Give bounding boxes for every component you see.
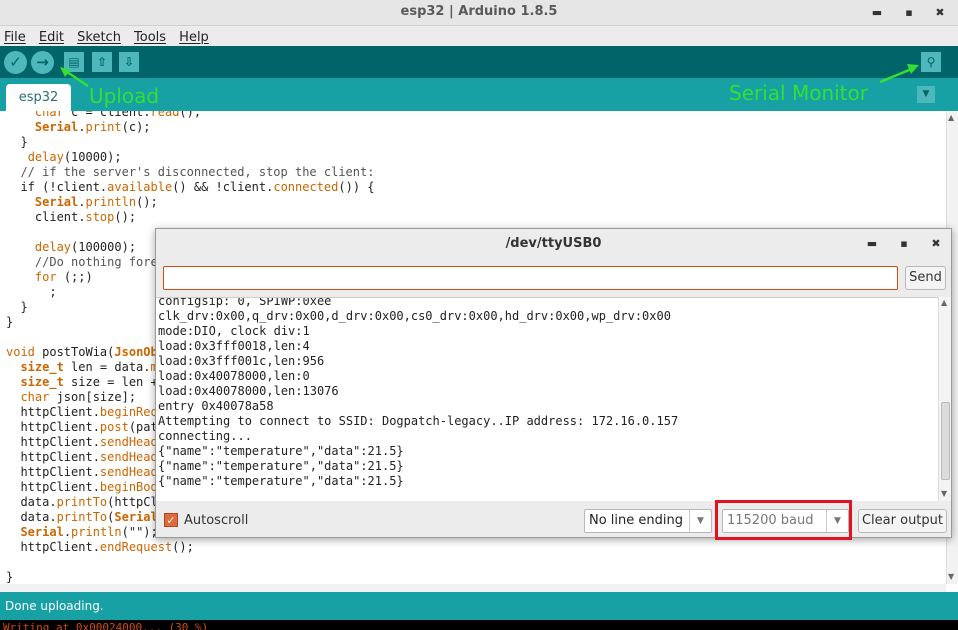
menu-tools[interactable]: Tools [134, 28, 166, 45]
arrow-down-icon: ⇩ [123, 55, 135, 69]
menu-edit[interactable]: Edit [39, 28, 64, 45]
title-bar: esp32 | Arduino 1.8.5 ▬ ▪ ✖ [0, 0, 958, 26]
serial-minimize-button[interactable]: ▬ [865, 237, 879, 250]
code-line: delay(10000); [27, 150, 122, 164]
editor-horizontal-scrollbar[interactable] [0, 584, 946, 592]
code-line: } [6, 135, 28, 149]
scroll-down-icon: ▼ [948, 572, 955, 581]
scroll-up-icon: ▲ [948, 113, 955, 122]
serial-output-line: load:0x40078000,len:0 [158, 369, 310, 383]
save-button[interactable]: ⇩ [119, 52, 139, 72]
autoscroll-checkbox[interactable]: ✓ [164, 513, 178, 527]
checkmark-icon: ✓ [9, 53, 22, 71]
arrow-right-icon: → [36, 53, 49, 71]
line-ending-select[interactable]: No line ending ▼ [584, 509, 712, 533]
serial-output-line: mode:DIO, clock div:1 [158, 324, 310, 338]
arduino-ide-window: esp32 | Arduino 1.8.5 ▬ ▪ ✖ File Edit Sk… [0, 0, 958, 630]
code-line: if (!client.available() && !client.conne… [6, 180, 375, 194]
chevron-down-icon: ▼ [689, 510, 711, 532]
line-ending-value: No line ending [589, 513, 683, 528]
toolbar: ✓ → ▤ ⇧ ⇩ ⚲ [0, 46, 958, 78]
serial-output-line: Attempting to connect to SSID: Dogpatch-… [158, 414, 679, 428]
serial-output-line: clk_drv:0x00,q_drv:0x00,d_drv:0x00,cs0_d… [158, 309, 671, 323]
code-line: // if the server's disconnected, stop th… [6, 165, 375, 179]
menu-help[interactable]: Help [179, 28, 209, 45]
triangle-down-icon: ▼ [922, 89, 930, 99]
code-line: char c = client.read(); [34, 111, 202, 119]
serial-output-line: connecting... [158, 429, 252, 443]
scroll-up-icon: ▲ [941, 298, 948, 307]
serial-output-line: load:0x3fff001c,len:956 [158, 354, 325, 368]
arrow-up-icon: ⇧ [96, 55, 108, 69]
serial-output-scrollbar[interactable]: ▲ ▼ [938, 297, 951, 501]
checkmark-icon: ✓ [166, 514, 176, 527]
code-line: Serial.print(c); [34, 120, 151, 134]
serial-output-text: configsip: 0, SPIWP:0xee clk_drv:0x00,q_d… [158, 297, 679, 489]
baud-rate-highlight-box [715, 500, 852, 540]
magnifier-icon: ⚲ [926, 55, 936, 69]
code-line: } [6, 570, 14, 584]
minimize-button[interactable]: ▬ [868, 4, 886, 22]
window-title: esp32 | Arduino 1.8.5 [400, 4, 558, 19]
serial-output-line: load:0x40078000,len:13076 [158, 384, 339, 398]
autoscroll-label: Autoscroll [184, 513, 249, 528]
scroll-down-icon: ▼ [941, 489, 948, 498]
maximize-button[interactable]: ▪ [900, 4, 918, 22]
status-bar: Done uploading. [0, 592, 958, 620]
menu-sketch[interactable]: Sketch [77, 28, 121, 45]
menu-bar: File Edit Sketch Tools Help [0, 26, 958, 46]
serial-monitor-button[interactable]: ⚲ [921, 52, 941, 72]
clear-output-button[interactable]: Clear output [858, 509, 947, 533]
tab-menu-button[interactable]: ▼ [917, 86, 935, 103]
serial-send-input[interactable] [163, 266, 898, 290]
menu-file[interactable]: File [4, 28, 26, 45]
serial-output-line: load:0x3fff0018,len:4 [158, 339, 310, 353]
serial-monitor-title: /dev/ttyUSB0 [505, 236, 602, 251]
console-output: Writing at 0x00024000... (30 %) [0, 620, 958, 630]
code-line: httpClient.endRequest(); [6, 540, 194, 554]
serial-monitor-window: /dev/ttyUSB0 ▬ ▪ ✖ Send configsip: 0, SP… [155, 228, 952, 538]
serial-output-line: entry 0x40078a58 [158, 399, 274, 413]
code-line: Serial.println(); [34, 195, 158, 209]
serial-output-line: {"name":"temperature","data":21.5} [158, 459, 404, 473]
serial-output-line: {"name":"temperature","data":21.5} [158, 474, 404, 488]
serial-maximize-button[interactable]: ▪ [897, 237, 911, 250]
annotation-arrow-upload [60, 67, 89, 88]
serial-output-line: {"name":"temperature","data":21.5} [158, 444, 404, 458]
verify-button[interactable]: ✓ [4, 51, 27, 74]
send-button[interactable]: Send [905, 266, 946, 290]
open-button[interactable]: ⇧ [92, 52, 112, 72]
close-button[interactable]: ✖ [931, 4, 949, 22]
code-line: client.stop(); [6, 210, 137, 224]
upload-button[interactable]: → [31, 51, 54, 74]
serial-output-line: configsip: 0, SPIWP:0xee [158, 297, 332, 308]
upload-annotation: Upload [89, 84, 160, 108]
serial-monitor-annotation: Serial Monitor [729, 81, 868, 105]
status-message: Done uploading. [5, 599, 104, 613]
annotation-arrow-serial [879, 64, 919, 84]
console-line: Writing at 0x00024000... (30 %) [3, 621, 209, 630]
scroll-thumb[interactable] [941, 402, 950, 480]
serial-close-button[interactable]: ✖ [929, 237, 943, 250]
serial-output[interactable]: configsip: 0, SPIWP:0xee clk_drv:0x00,q_d… [156, 297, 938, 501]
